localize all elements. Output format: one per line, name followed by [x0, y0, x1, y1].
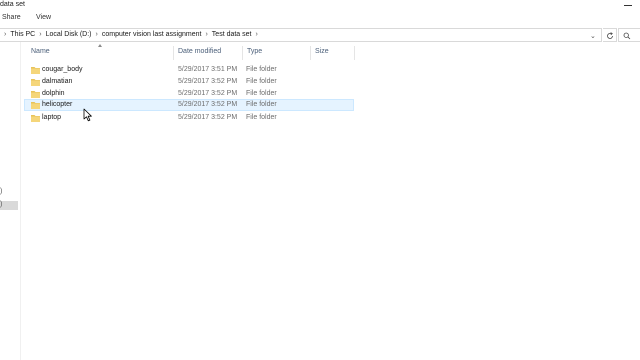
file-type: File folder	[246, 90, 277, 97]
nav-item-selected[interactable]: )	[0, 201, 18, 210]
file-row-laptop[interactable]: laptop 5/29/2017 3:52 PM File folder	[24, 112, 354, 124]
file-type: File folder	[246, 101, 277, 108]
file-row-helicopter[interactable]: helicopter 5/29/2017 3:52 PM File folder	[24, 99, 354, 111]
tab-share[interactable]: Share	[2, 14, 21, 21]
file-type: File folder	[246, 78, 277, 85]
file-date-modified: 5/29/2017 3:51 PM	[178, 66, 238, 73]
search-icon	[623, 32, 631, 40]
breadcrumb-separator-icon[interactable]: ›	[205, 31, 207, 38]
file-type: File folder	[246, 66, 277, 73]
minimize-button[interactable]	[618, 0, 638, 10]
column-header-type[interactable]: Type	[243, 48, 262, 60]
file-type: File folder	[246, 114, 277, 121]
pane-divider[interactable]	[20, 42, 21, 360]
file-row-dalmatian[interactable]: dalmatian 5/29/2017 3:52 PM File folder	[24, 76, 354, 88]
column-headers: Name Date modified Type Size	[24, 44, 360, 60]
column-header-date-modified[interactable]: Date modified	[174, 48, 221, 60]
nav-item[interactable]: )	[0, 188, 18, 197]
breadcrumb-test-data-set[interactable]: Test data set	[212, 31, 252, 38]
file-name: dolphin	[42, 90, 65, 97]
folder-icon	[31, 102, 40, 109]
breadcrumb-separator-icon[interactable]: ›	[4, 31, 6, 38]
breadcrumb-this-pc[interactable]: This PC	[10, 31, 35, 38]
file-row-cougar-body[interactable]: cougar_body 5/29/2017 3:51 PM File folde…	[24, 64, 354, 76]
window-title: data set	[0, 1, 25, 8]
file-name: cougar_body	[42, 66, 83, 73]
column-header-name[interactable]: Name	[27, 48, 50, 60]
tab-view[interactable]: View	[36, 14, 51, 21]
breadcrumb: › This PC › Local Disk (D:) › computer v…	[4, 31, 262, 38]
file-name: helicopter	[42, 101, 73, 108]
breadcrumb-separator-icon[interactable]: ›	[256, 31, 258, 38]
search-input[interactable]	[618, 28, 640, 42]
refresh-icon	[607, 32, 613, 39]
chevron-down-icon[interactable]: ⌄	[590, 32, 596, 40]
file-date-modified: 5/29/2017 3:52 PM	[178, 101, 238, 108]
mouse-pointer-icon	[83, 108, 92, 122]
file-date-modified: 5/29/2017 3:52 PM	[178, 90, 238, 97]
title-bar: data set	[0, 0, 640, 12]
breadcrumb-local-disk[interactable]: Local Disk (D:)	[46, 31, 92, 38]
file-list: Name Date modified Type Size cougar_body…	[24, 42, 640, 360]
folder-icon	[31, 115, 40, 122]
folder-icon	[31, 79, 40, 86]
file-name: dalmatian	[42, 78, 73, 85]
column-divider[interactable]	[354, 46, 355, 60]
folder-icon	[31, 91, 40, 98]
navigation-pane: ) )	[0, 42, 20, 360]
column-header-size[interactable]: Size	[311, 48, 329, 60]
file-name: laptop	[42, 114, 62, 121]
file-date-modified: 5/29/2017 3:52 PM	[178, 114, 238, 121]
folder-icon	[31, 67, 40, 74]
breadcrumb-separator-icon[interactable]: ›	[39, 31, 41, 38]
file-date-modified: 5/29/2017 3:52 PM	[178, 78, 238, 85]
address-bar[interactable]: › This PC › Local Disk (D:) › computer v…	[0, 28, 602, 42]
breadcrumb-assignment-folder[interactable]: computer vision last assignment	[102, 31, 202, 38]
sort-up-icon	[98, 44, 102, 47]
address-bar-row: › This PC › Local Disk (D:) › computer v…	[0, 26, 640, 42]
refresh-button[interactable]	[603, 28, 617, 42]
breadcrumb-separator-icon[interactable]: ›	[96, 31, 98, 38]
